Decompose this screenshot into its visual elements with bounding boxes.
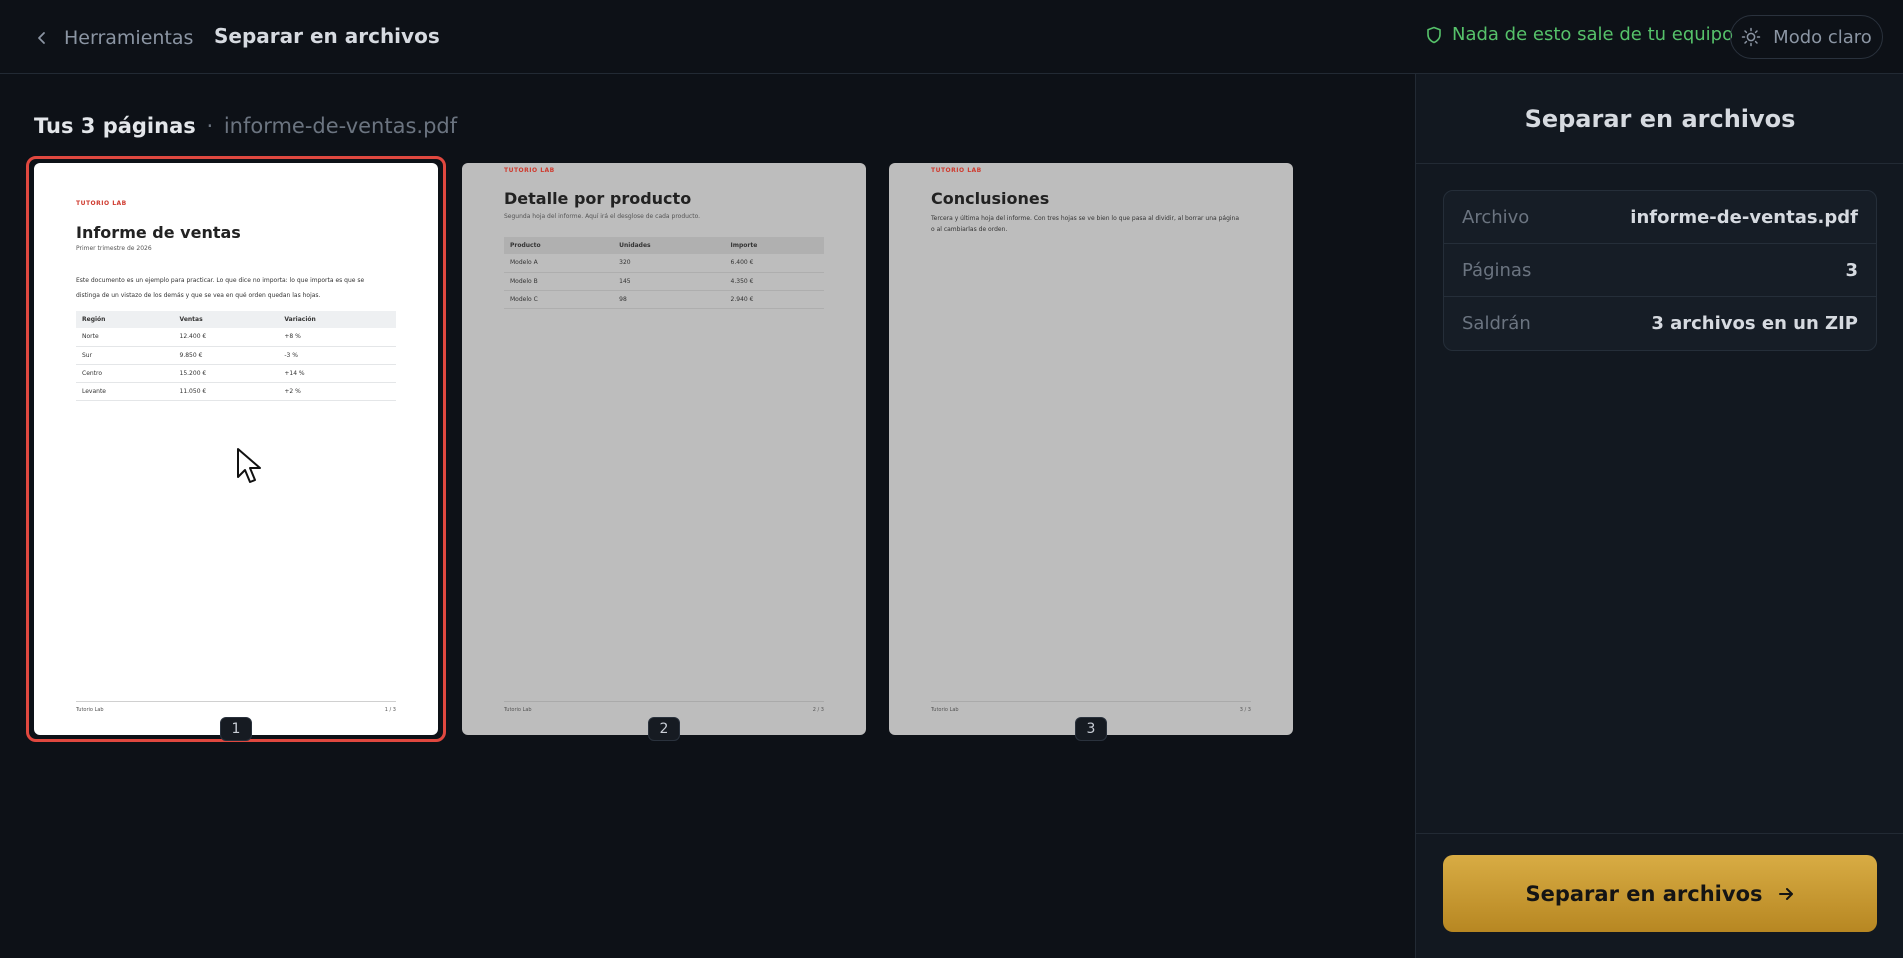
page-content: TUTORIO LAB Detalle por producto Segunda… (462, 163, 866, 735)
info-label: Saldrán (1462, 313, 1531, 334)
doc-title: Conclusiones (931, 189, 1050, 208)
doc-brand: TUTORIO LAB (504, 167, 555, 174)
table-cell: Modelo A (504, 254, 614, 273)
table-cell: 15.200 € (173, 364, 279, 383)
table-header: Unidades (613, 237, 725, 254)
table-cell: +14 % (278, 364, 396, 383)
table-row: Norte 12.400 € +8 % (76, 328, 396, 347)
page-thumbnail-2[interactable]: TUTORIO LAB Detalle por producto Segunda… (462, 163, 866, 735)
info-row: Páginas 3 (1444, 244, 1876, 297)
pages-heading: Tus 3 páginas · informe-de-ventas.pdf (34, 114, 457, 138)
table-cell: +8 % (278, 328, 396, 347)
info-row: Archivo informe-de-ventas.pdf (1444, 191, 1876, 244)
doc-table: Producto Unidades Importe Modelo A 320 6… (504, 237, 824, 309)
table-header: Importe (724, 237, 824, 254)
mouse-cursor-icon (237, 448, 261, 483)
page-thumbnail-3[interactable]: TUTORIO LAB Conclusiones Tercera y últim… (889, 163, 1293, 735)
sidebar-footer-divider (1416, 833, 1903, 834)
info-value: informe-de-ventas.pdf (1630, 206, 1858, 228)
theme-toggle-label: Modo claro (1773, 26, 1872, 48)
info-label: Páginas (1462, 259, 1532, 281)
table-cell: 6.400 € (724, 254, 824, 273)
arrow-right-icon (1778, 887, 1793, 900)
sun-icon (1741, 27, 1761, 47)
table-cell: Norte (76, 328, 174, 347)
doc-title: Informe de ventas (76, 223, 241, 242)
table-cell: 145 (613, 272, 725, 291)
pages-count: Tus 3 páginas (34, 114, 196, 138)
privacy-text: Nada de esto sale de tu equipo (1452, 24, 1734, 45)
theme-toggle-button[interactable]: Modo claro (1730, 15, 1883, 59)
doc-brand: TUTORIO LAB (931, 167, 982, 174)
table-cell: Centro (76, 364, 174, 383)
split-files-button[interactable]: Separar en archivos (1443, 855, 1877, 932)
info-value: 3 (1845, 259, 1858, 281)
doc-table: Región Ventas Variación Norte 12.400 € +… (76, 311, 396, 401)
table-cell: Sur (76, 346, 174, 365)
top-bar: Herramientas Separar en archivos Nada de… (0, 0, 1903, 74)
table-cell: 12.400 € (173, 328, 279, 347)
doc-footer-divider (76, 701, 396, 702)
sidebar-title: Separar en archivos (1416, 74, 1903, 164)
info-row: Saldrán 3 archivos en un ZIP (1444, 297, 1876, 350)
table-cell: Modelo B (504, 272, 614, 291)
table-row: Modelo A 320 6.400 € (504, 254, 824, 273)
back-link[interactable]: Herramientas (34, 22, 193, 54)
table-cell: Modelo C (504, 290, 614, 309)
doc-brand: TUTORIO LAB (76, 200, 127, 207)
doc-footer-divider (504, 701, 824, 702)
table-header: Región (76, 311, 174, 328)
doc-footer-right: 3 / 3 (1239, 707, 1251, 713)
heading-filename: informe-de-ventas.pdf (223, 114, 458, 138)
table-header: Variación (278, 311, 396, 328)
table-cell: 2.940 € (724, 290, 824, 309)
table-cell: -3 % (278, 346, 396, 365)
table-row: Sur 9.850 € -3 % (76, 346, 396, 365)
table-cell: 320 (613, 254, 725, 273)
doc-footer-divider (931, 701, 1251, 702)
page-content: TUTORIO LAB Conclusiones Tercera y últim… (889, 163, 1293, 735)
doc-footer-left: Tutorio Lab (931, 707, 959, 713)
table-row: Centro 15.200 € +14 % (76, 364, 396, 383)
page-title: Separar en archivos (214, 24, 440, 48)
doc-title: Detalle por producto (504, 189, 692, 208)
info-value: 3 archivos en un ZIP (1651, 313, 1858, 334)
chevron-left-icon (38, 32, 45, 44)
table-header: Producto (504, 237, 614, 254)
doc-subtitle: Primer trimestre de 2026 (76, 245, 152, 252)
table-row: Modelo B 145 4.350 € (504, 272, 824, 291)
sidebar-panel: Separar en archivos Archivo informe-de-v… (1415, 74, 1903, 958)
page-number-badge: 1 (220, 717, 252, 741)
doc-footer-right: 1 / 3 (384, 707, 396, 713)
doc-subtitle: Segunda hoja del informe. Aquí irá el de… (504, 213, 701, 220)
table-cell: 98 (613, 290, 725, 309)
file-info-card: Archivo informe-de-ventas.pdf Páginas 3 … (1443, 190, 1877, 351)
info-label: Archivo (1462, 206, 1530, 228)
back-label: Herramientas (64, 27, 194, 49)
table-cell: 4.350 € (724, 272, 824, 291)
table-header: Ventas (173, 311, 279, 328)
page-number-badge: 3 (1075, 717, 1107, 741)
privacy-notice: Nada de esto sale de tu equipo (1426, 24, 1733, 45)
doc-footer-right: 2 / 3 (812, 707, 824, 713)
table-row: Modelo C 98 2.940 € (504, 290, 824, 309)
page-number-badge: 2 (648, 717, 680, 741)
doc-footer-left: Tutorio Lab (504, 707, 532, 713)
doc-paragraph: Tercera y última hoja del informe. Con t… (931, 215, 1240, 233)
split-files-label: Separar en archivos (1525, 881, 1763, 906)
table-cell: 9.850 € (173, 346, 279, 365)
shield-icon (1427, 26, 1441, 43)
table-row: Levante 11.050 € +2 % (76, 382, 396, 401)
table-cell: 11.050 € (173, 382, 279, 401)
doc-paragraph: Este documento es un ejemplo para practi… (76, 277, 365, 299)
heading-separator: · (206, 114, 214, 138)
table-cell: +2 % (278, 382, 396, 401)
doc-footer-left: Tutorio Lab (76, 707, 104, 713)
table-cell: Levante (76, 382, 174, 401)
